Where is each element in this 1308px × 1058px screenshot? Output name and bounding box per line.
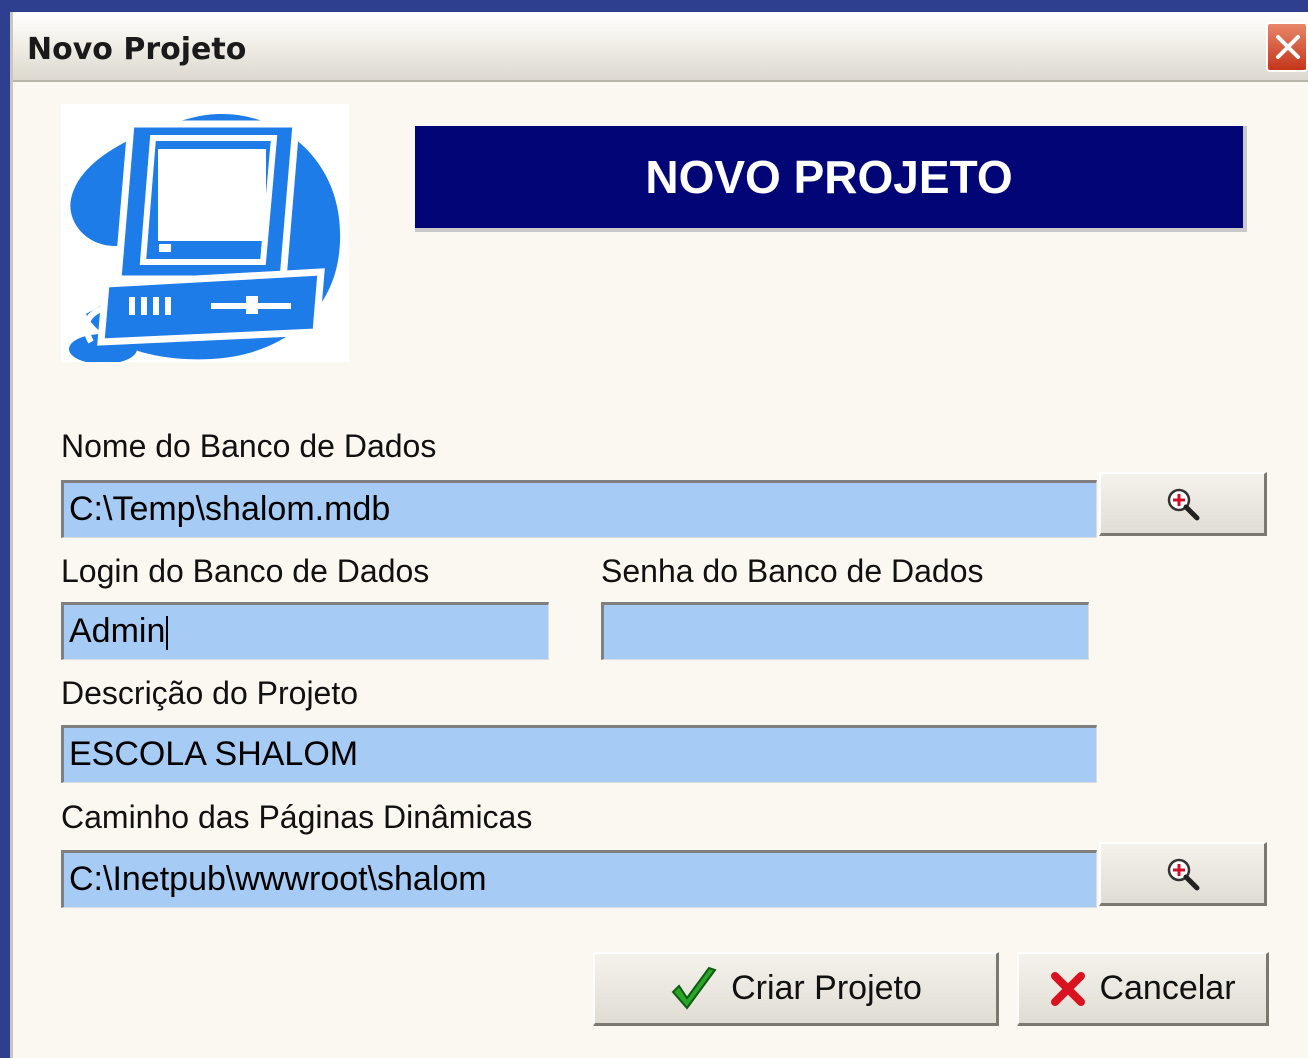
description-input[interactable]: ESCOLA SHALOM: [61, 725, 1097, 783]
create-project-label: Criar Projeto: [731, 969, 922, 1007]
computer-icon: [69, 113, 341, 364]
cancel-button[interactable]: Cancelar: [1017, 952, 1269, 1026]
db-name-label: Nome do Banco de Dados: [61, 428, 437, 464]
db-password-input[interactable]: [601, 602, 1089, 660]
magnifier-zoom-icon: [1167, 488, 1199, 520]
dynamic-path-input[interactable]: C:\Inetpub\wwwroot\shalom: [61, 850, 1097, 908]
close-button[interactable]: [1266, 22, 1308, 72]
red-x-icon: [1051, 971, 1086, 1006]
computer-logo: [61, 104, 349, 364]
create-project-button[interactable]: Criar Projeto: [593, 952, 999, 1026]
dynamic-path-label: Caminho das Páginas Dinâmicas: [61, 799, 533, 835]
cancel-label: Cancelar: [1099, 969, 1236, 1007]
db-password-label: Senha do Banco de Dados: [601, 553, 984, 589]
browse-path-button[interactable]: [1099, 842, 1267, 906]
dialog-window: Novo Projeto NOVO PROJETO Nome do Banco: [10, 12, 1308, 1058]
db-login-value: Admin: [69, 612, 166, 650]
db-login-input[interactable]: Admin: [61, 602, 549, 660]
page-banner: NOVO PROJETO: [415, 126, 1247, 232]
db-name-input[interactable]: C:\Temp\shalom.mdb: [61, 480, 1097, 538]
db-login-label: Login do Banco de Dados: [61, 553, 430, 589]
title-bar[interactable]: Novo Projeto: [13, 12, 1308, 82]
text-caret: [166, 616, 169, 651]
green-check-icon: [671, 966, 717, 1010]
window-title: Novo Projeto: [27, 32, 247, 67]
magnifier-zoom-icon: [1167, 858, 1199, 890]
browse-db-button[interactable]: [1099, 472, 1267, 536]
close-icon: [1276, 35, 1300, 59]
description-label: Descrição do Projeto: [61, 675, 359, 711]
